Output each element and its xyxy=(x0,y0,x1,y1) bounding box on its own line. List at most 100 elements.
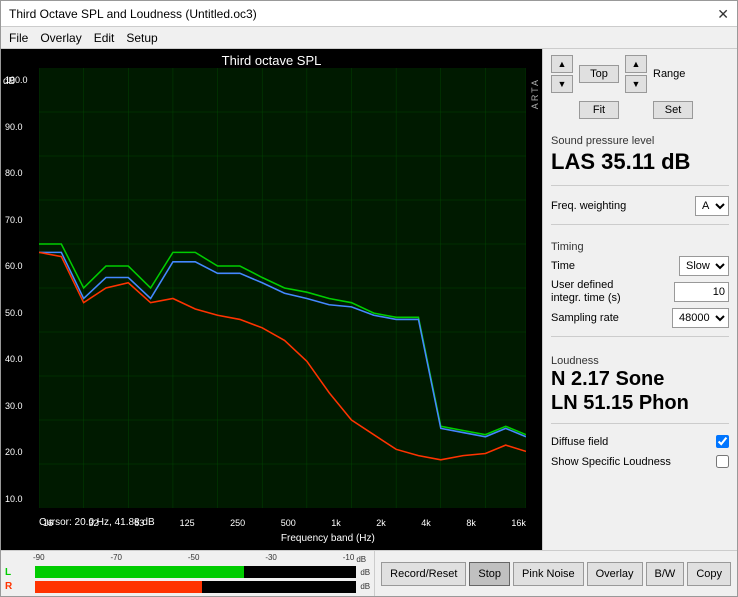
y-label-30: 30.0 xyxy=(5,402,28,411)
user-defined-label: User defined integr. time (s) xyxy=(551,279,641,305)
x-label-1k: 1k xyxy=(331,518,341,528)
fit-button[interactable]: Fit xyxy=(579,101,619,119)
y-label-90: 90.0 xyxy=(5,123,28,132)
y-label-10: 10.0 xyxy=(5,495,28,504)
set-button[interactable]: Set xyxy=(653,101,693,119)
r-meter xyxy=(35,581,356,593)
top-col: ▲ ▼ xyxy=(551,55,573,93)
nav-controls: ▲ ▼ Top ▲ ▼ Range xyxy=(551,55,729,93)
record-reset-button[interactable]: Record/Reset xyxy=(381,562,466,586)
user-defined-row: User defined integr. time (s) 10 xyxy=(551,279,729,305)
y-label-20: 20.0 xyxy=(5,448,28,457)
n-value: N 2.17 Sone xyxy=(551,367,729,391)
chart-canvas: dB 100.0 90.0 80.0 70.0 60.0 50.0 40.0 3… xyxy=(1,68,542,550)
window-title: Third Octave SPL and Loudness (Untitled.… xyxy=(9,7,257,21)
l-meter-fill xyxy=(35,566,244,578)
close-button[interactable]: ✕ xyxy=(717,7,729,21)
top-down-btn[interactable]: ▼ xyxy=(551,75,573,93)
dbfs-scale-bar: -90 -70 -50 -30 -10 xyxy=(33,553,354,565)
tick-30: -30 xyxy=(265,553,277,562)
action-buttons: Record/Reset Stop Pink Noise Overlay B/W… xyxy=(374,551,737,596)
l-meter xyxy=(35,566,356,578)
y-label-70: 70.0 xyxy=(5,216,28,225)
sampling-label: Sampling rate xyxy=(551,312,619,324)
user-defined-input[interactable]: 10 xyxy=(674,282,729,302)
spl-section: Sound pressure level LAS 35.11 dB xyxy=(551,131,729,177)
range-up-btn[interactable]: ▲ xyxy=(625,55,647,73)
diffuse-field-row: Diffuse field xyxy=(551,435,729,448)
y-axis-labels: 100.0 90.0 80.0 70.0 60.0 50.0 40.0 30.0… xyxy=(5,72,28,508)
copy-button[interactable]: Copy xyxy=(687,562,731,586)
loudness-section: Loudness N 2.17 Sone LN 51.15 Phon xyxy=(551,351,729,415)
chart-title: Third octave SPL xyxy=(1,49,542,68)
show-specific-label: Show Specific Loudness xyxy=(551,456,671,468)
time-label: Time xyxy=(551,260,575,272)
top-button[interactable]: Top xyxy=(579,65,619,83)
main-content: Third octave SPL dB 100.0 90.0 80.0 70.0… xyxy=(1,49,737,550)
show-specific-row: Show Specific Loudness xyxy=(551,455,729,468)
x-label-125: 125 xyxy=(180,518,195,528)
tick-70: -70 xyxy=(110,553,122,562)
time-select[interactable]: Slow Fast xyxy=(679,256,729,276)
tick-90: -90 xyxy=(33,553,45,562)
title-bar: Third Octave SPL and Loudness (Untitled.… xyxy=(1,1,737,27)
y-label-50: 50.0 xyxy=(5,309,28,318)
menu-file[interactable]: File xyxy=(9,31,28,45)
spl-value: LAS 35.11 dB xyxy=(551,149,729,175)
freq-weighting-row: Freq. weighting A C Z xyxy=(551,196,729,216)
r-label: R xyxy=(5,581,33,592)
menu-overlay[interactable]: Overlay xyxy=(40,31,81,45)
range-down-btn[interactable]: ▼ xyxy=(625,75,647,93)
bw-button[interactable]: B/W xyxy=(646,562,685,586)
right-panel: ▲ ▼ Top ▲ ▼ Range Fit Set Sound pressure… xyxy=(542,49,737,550)
dbfs-scale: -90 -70 -50 -30 -10 dB xyxy=(5,553,370,565)
menu-edit[interactable]: Edit xyxy=(94,31,115,45)
diffuse-field-label: Diffuse field xyxy=(551,436,608,448)
sampling-rate-row: Sampling rate 48000 44100 xyxy=(551,308,729,328)
fit-controls: Fit Set xyxy=(551,101,729,119)
show-specific-checkbox[interactable] xyxy=(716,455,729,468)
range-col: ▲ ▼ xyxy=(625,55,647,93)
bottom-bar: -90 -70 -50 -30 -10 dB L dB R xyxy=(1,550,737,596)
scale-ticks: -90 -70 -50 -30 -10 xyxy=(33,553,354,562)
x-label-4k: 4k xyxy=(421,518,431,528)
top-up-btn[interactable]: ▲ xyxy=(551,55,573,73)
dbfs-section: -90 -70 -50 -30 -10 dB L dB R xyxy=(1,551,374,596)
r-meter-fill xyxy=(35,581,202,593)
freq-weighting-label: Freq. weighting xyxy=(551,200,626,212)
pink-noise-button[interactable]: Pink Noise xyxy=(513,562,584,586)
frequency-band-label: Frequency band (Hz) xyxy=(281,533,375,544)
range-label: Range xyxy=(653,68,685,80)
freq-weighting-select[interactable]: A C Z xyxy=(695,196,729,216)
main-window: Third Octave SPL and Loudness (Untitled.… xyxy=(0,0,738,597)
l-db-label: dB xyxy=(360,568,370,577)
x-label-16k: 16k xyxy=(511,518,526,528)
tick-50: -50 xyxy=(188,553,200,562)
chart-area: Third octave SPL dB 100.0 90.0 80.0 70.0… xyxy=(1,49,542,550)
menu-setup[interactable]: Setup xyxy=(126,31,157,45)
y-axis-label: dB xyxy=(3,76,15,87)
timing-label: Timing xyxy=(551,241,729,253)
cursor-info: Cursor: 20.0 Hz, 41.88 dB xyxy=(39,517,155,528)
r-db-label: dB xyxy=(360,582,370,591)
x-label-8k: 8k xyxy=(466,518,476,528)
timing-section: Timing Time Slow Fast User defined integ… xyxy=(551,237,729,328)
arta-label: ARTA xyxy=(530,78,540,109)
spl-label: Sound pressure level xyxy=(551,135,729,147)
chart-svg xyxy=(39,68,526,508)
diffuse-field-checkbox[interactable] xyxy=(716,435,729,448)
overlay-button[interactable]: Overlay xyxy=(587,562,643,586)
stop-button[interactable]: Stop xyxy=(469,562,510,586)
x-label-250: 250 xyxy=(230,518,245,528)
x-label-2k: 2k xyxy=(376,518,386,528)
y-label-60: 60.0 xyxy=(5,262,28,271)
dbfs-db-label: dB xyxy=(356,555,366,564)
l-channel-row: L dB xyxy=(5,565,370,580)
time-row: Time Slow Fast xyxy=(551,256,729,276)
l-label: L xyxy=(5,567,33,578)
x-label-500: 500 xyxy=(281,518,296,528)
sampling-select[interactable]: 48000 44100 xyxy=(672,308,729,328)
y-label-40: 40.0 xyxy=(5,355,28,364)
ln-value: LN 51.15 Phon xyxy=(551,391,729,415)
y-label-80: 80.0 xyxy=(5,169,28,178)
